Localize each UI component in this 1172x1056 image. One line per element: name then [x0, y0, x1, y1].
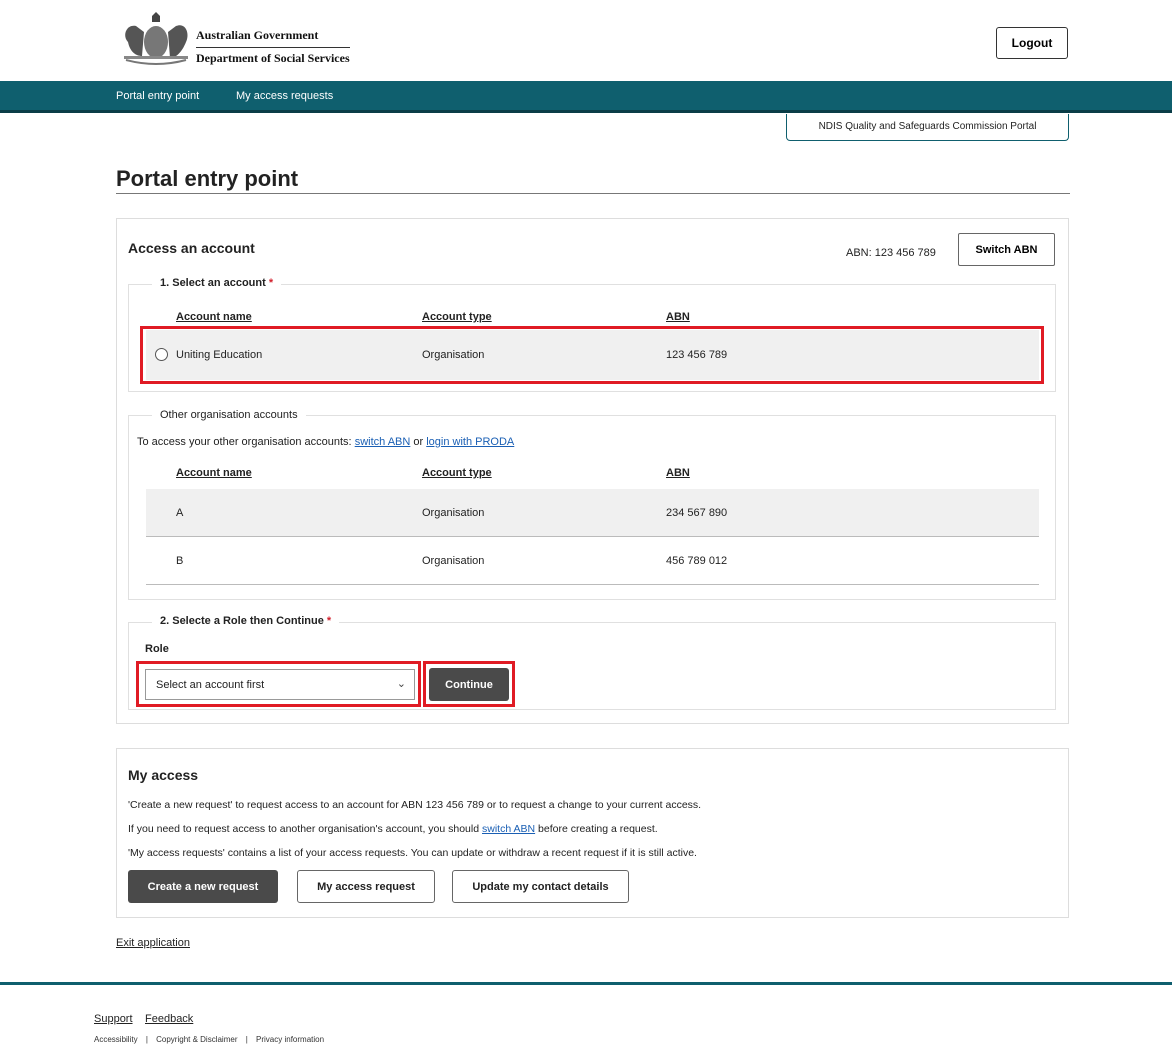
- switch-abn-button[interactable]: Switch ABN: [958, 233, 1055, 266]
- selected-row-highlight: [140, 326, 1044, 384]
- select-account-legend: 1. Select an account *: [152, 277, 282, 289]
- required-mark: *: [268, 277, 274, 289]
- account-abn-cell: 234 567 890: [666, 507, 728, 519]
- table-row[interactable]: [146, 537, 1039, 585]
- required-mark: *: [326, 615, 332, 627]
- role-label: Role: [145, 643, 169, 655]
- footer-privacy-link[interactable]: Privacy information: [256, 1035, 324, 1044]
- account-abn-cell: 456 789 012: [666, 555, 728, 567]
- my-access-request-button[interactable]: My access request: [297, 870, 435, 903]
- line2-prefix: If you need to request access to another…: [128, 823, 480, 835]
- other-accounts-helper: To access your other organisation accoun…: [137, 436, 514, 448]
- table-row[interactable]: [146, 489, 1039, 537]
- role-legend-text: 2. Selecte a Role then Continue: [160, 615, 324, 627]
- account-type-cell: Organisation: [422, 555, 485, 567]
- footer-small-links: Accessibility | Copyright & Disclaimer |…: [94, 1035, 330, 1044]
- col-abn: ABN: [666, 311, 690, 323]
- footer-support-link[interactable]: Support: [94, 1013, 133, 1025]
- portal-tag: NDIS Quality and Safeguards Commission P…: [786, 114, 1069, 141]
- logout-button[interactable]: Logout: [996, 27, 1068, 59]
- coat-of-arms-logo: [124, 12, 188, 65]
- account-name-cell: B: [176, 555, 184, 567]
- role-legend: 2. Selecte a Role then Continue *: [152, 615, 340, 627]
- col-account-name: Account name: [176, 467, 252, 479]
- line2-suffix: before creating a request.: [538, 823, 658, 835]
- nav-portal-entry-point[interactable]: Portal entry point: [116, 90, 199, 102]
- my-access-heading: My access: [128, 767, 199, 783]
- helper-prefix: To access your other organisation accoun…: [137, 436, 352, 448]
- continue-highlight: [423, 661, 515, 707]
- footer-copyright-link[interactable]: Copyright & Disclaimer: [156, 1035, 237, 1044]
- login-with-proda-link[interactable]: login with PRODA: [426, 436, 514, 448]
- account-name-cell: Uniting Education: [176, 349, 263, 361]
- account-abn-cell: 123 456 789: [666, 349, 728, 361]
- switch-abn-link[interactable]: switch ABN: [482, 823, 535, 835]
- footer-separator: |: [245, 1035, 248, 1044]
- col-account-type: Account type: [422, 311, 492, 323]
- create-new-request-button[interactable]: Create a new request: [128, 870, 278, 903]
- my-access-line-3: 'My access requests' contains a list of …: [128, 847, 697, 859]
- account-type-cell: Organisation: [422, 349, 485, 361]
- col-account-name: Account name: [176, 311, 252, 323]
- gov-line-1: Australian Government: [196, 28, 319, 42]
- nav-my-access-requests[interactable]: My access requests: [236, 90, 333, 102]
- helper-or: or: [413, 436, 424, 448]
- account-name-cell: A: [176, 507, 184, 519]
- government-wordmark: Australian Government Department of Soci…: [196, 28, 350, 66]
- title-divider: [116, 193, 1070, 194]
- footer-feedback-link[interactable]: Feedback: [145, 1013, 193, 1025]
- account-radio-button[interactable]: [155, 348, 168, 361]
- update-contact-details-button[interactable]: Update my contact details: [452, 870, 629, 903]
- footer-divider: [0, 982, 1172, 985]
- gov-line-2: Department of Social Services: [196, 51, 350, 65]
- site-header: Australian Government Department of Soci…: [0, 0, 1172, 81]
- footer-separator: |: [145, 1035, 148, 1044]
- current-abn: ABN: 123 456 789: [846, 247, 936, 259]
- exit-application-link[interactable]: Exit application: [116, 937, 190, 949]
- account-type-cell: Organisation: [422, 507, 485, 519]
- footer-accessibility-link[interactable]: Accessibility: [94, 1035, 138, 1044]
- col-abn: ABN: [666, 467, 690, 479]
- role-select-highlight: [136, 661, 421, 707]
- access-account-heading: Access an account: [128, 240, 255, 256]
- other-accounts-legend: Other organisation accounts: [152, 409, 306, 421]
- switch-abn-link[interactable]: switch ABN: [355, 436, 411, 448]
- my-access-line-2: If you need to request access to another…: [128, 823, 658, 835]
- col-account-type: Account type: [422, 467, 492, 479]
- select-account-legend-text: 1. Select an account: [160, 277, 266, 289]
- main-nav: Portal entry point My access requests: [0, 81, 1172, 113]
- page-title: Portal entry point: [116, 166, 299, 191]
- my-access-line-1: 'Create a new request' to request access…: [128, 799, 702, 811]
